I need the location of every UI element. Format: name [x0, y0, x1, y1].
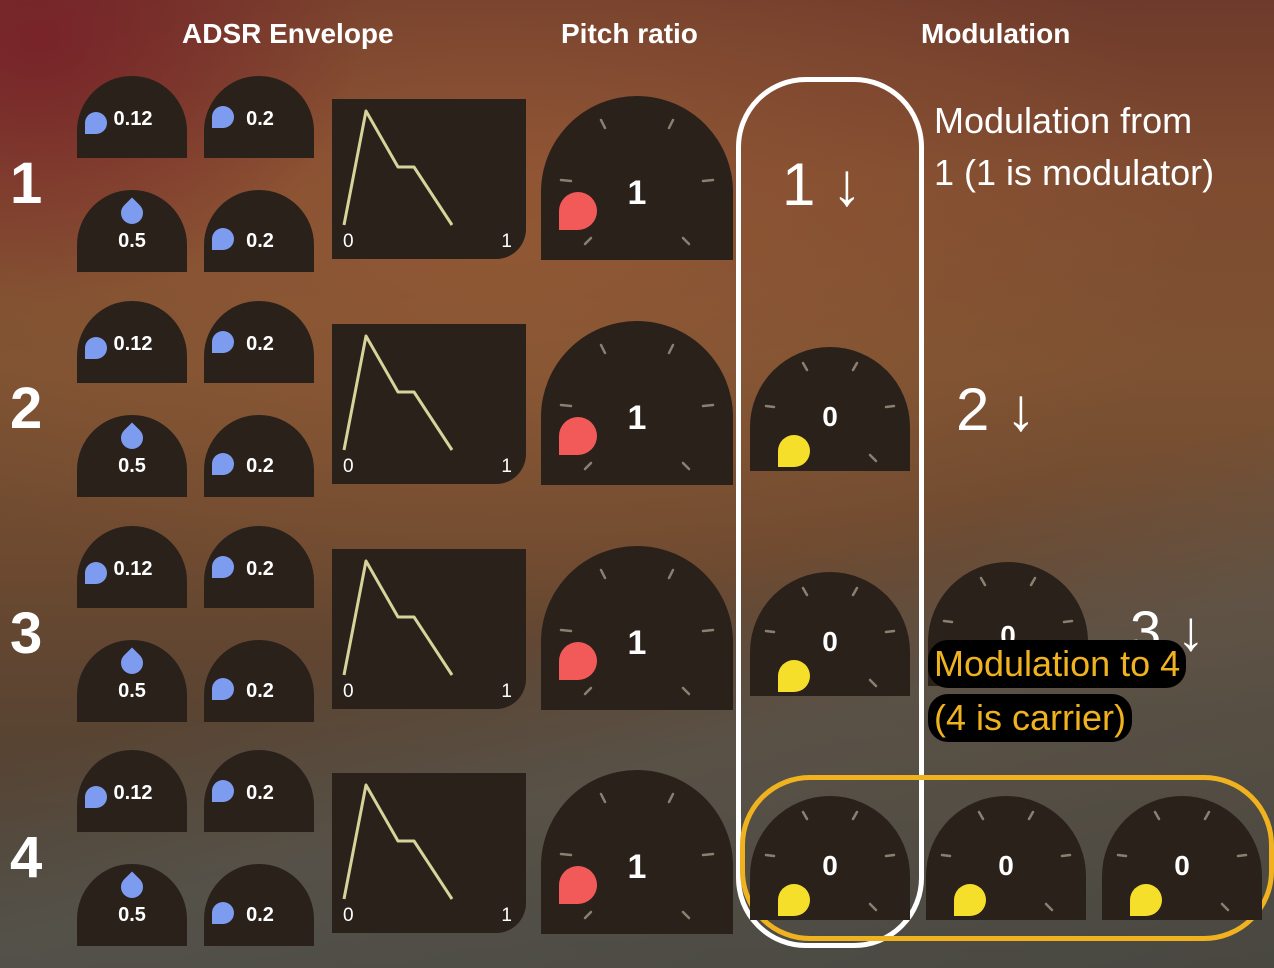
envelope-start-label: 0: [343, 905, 354, 926]
mod-knob-r2c1[interactable]: 0: [750, 347, 910, 471]
modulation-header: Modulation: [921, 18, 1071, 49]
mod-knob-value: 0: [1174, 850, 1190, 881]
mod-row1-text: 1 ↓: [782, 151, 863, 218]
modulation-from-annotation: Modulation from 1 (1 is modulator): [934, 100, 1214, 194]
mod-knob-r4c2[interactable]: 0: [926, 796, 1086, 920]
droplet-icon: [778, 435, 810, 467]
operator-number: 2: [10, 376, 43, 441]
annotation-from-line1: Modulation from: [934, 100, 1193, 141]
operator-number: 3: [10, 601, 43, 666]
mod-knob-value: 0: [822, 850, 838, 881]
pitch-ratio-knob[interactable]: 1: [541, 546, 733, 710]
envelope-start-label: 0: [343, 231, 354, 252]
decay-knob[interactable]: 0.2: [204, 526, 314, 608]
decay-knob[interactable]: 0.2: [204, 750, 314, 832]
droplet-icon: [954, 884, 986, 916]
droplet-icon: [559, 866, 597, 904]
decay-value: 0.2: [246, 558, 274, 580]
release-knob[interactable]: 0.2: [204, 190, 314, 272]
envelope-curve: [342, 783, 454, 900]
modulation-from-2-label: 2 ↓: [956, 375, 1036, 444]
attack-value: 0.12: [113, 558, 153, 580]
sustain-value: 0.5: [118, 680, 146, 702]
mod-knob-r4c1[interactable]: 0: [750, 796, 910, 920]
release-value: 0.2: [246, 680, 274, 702]
envelope-graph[interactable]: 01: [332, 324, 526, 484]
annotation-from-line2: 1 (1 is modulator): [934, 152, 1215, 193]
sustain-knob[interactable]: 0.5: [77, 190, 187, 272]
pitch-ratio-knob[interactable]: 1: [541, 770, 733, 934]
attack-value: 0.12: [113, 782, 153, 804]
modulation-to-annotation-line2: (4 is carrier): [928, 694, 1133, 742]
sustain-knob[interactable]: 0.5: [77, 864, 187, 946]
sustain-value: 0.5: [118, 904, 146, 926]
envelope-end-label: 1: [501, 681, 512, 702]
attack-value: 0.12: [113, 333, 153, 355]
envelope-graph[interactable]: 01: [332, 773, 526, 933]
release-knob[interactable]: 0.2: [204, 864, 314, 946]
droplet-icon: [116, 422, 148, 454]
sustain-knob[interactable]: 0.5: [77, 640, 187, 722]
envelope-graph[interactable]: 01: [332, 549, 526, 709]
droplet-icon: [559, 417, 597, 455]
droplet-icon: [1130, 884, 1162, 916]
mod-knob-value: 0: [822, 626, 838, 657]
decay-value: 0.2: [246, 782, 274, 804]
pitch-ratio-knob[interactable]: 1: [541, 321, 733, 485]
decay-knob[interactable]: 0.2: [204, 76, 314, 158]
release-value: 0.2: [246, 230, 274, 252]
decay-knob[interactable]: 0.2: [204, 301, 314, 383]
release-value: 0.2: [246, 904, 274, 926]
pitch-ratio-header: Pitch ratio: [561, 18, 698, 49]
droplet-icon: [116, 871, 148, 903]
droplet-icon: [559, 192, 597, 230]
decay-value: 0.2: [246, 333, 274, 355]
modulation-to-annotation-line1: Modulation to 4: [928, 640, 1187, 688]
droplet-icon: [559, 642, 597, 680]
attack-knob[interactable]: 0.12: [77, 526, 187, 608]
decay-value: 0.2: [246, 108, 274, 130]
droplet-icon: [778, 660, 810, 692]
mod-knob-r4c3[interactable]: 0: [1102, 796, 1262, 920]
envelope-end-label: 1: [501, 456, 512, 477]
modulation-from-1-label: 1 ↓: [782, 150, 862, 219]
droplet-icon: [116, 197, 148, 229]
attack-knob[interactable]: 0.12: [77, 76, 187, 158]
adsr-envelope-header: ADSR Envelope: [182, 18, 394, 49]
droplet-icon: [116, 647, 148, 679]
release-knob[interactable]: 0.2: [204, 640, 314, 722]
release-value: 0.2: [246, 455, 274, 477]
operator-number: 1: [10, 151, 43, 216]
attack-value: 0.12: [113, 108, 153, 130]
envelope-end-label: 1: [501, 905, 512, 926]
sustain-value: 0.5: [118, 455, 146, 477]
envelope-start-label: 0: [343, 456, 354, 477]
sustain-knob[interactable]: 0.5: [77, 415, 187, 497]
envelope-curve: [342, 109, 454, 226]
droplet-icon: [778, 884, 810, 916]
operator-number: 4: [10, 825, 43, 890]
mod-knob-r3c1[interactable]: 0: [750, 572, 910, 696]
envelope-graph[interactable]: 01: [332, 99, 526, 259]
mod-row2-text: 2 ↓: [956, 376, 1037, 443]
release-knob[interactable]: 0.2: [204, 415, 314, 497]
envelope-end-label: 1: [501, 231, 512, 252]
mod-knob-value: 0: [822, 401, 838, 432]
envelope-start-label: 0: [343, 681, 354, 702]
envelope-curve: [342, 559, 454, 676]
attack-knob[interactable]: 0.12: [77, 750, 187, 832]
pitch-ratio-knob[interactable]: 1: [541, 96, 733, 260]
mod-knob-value: 0: [998, 850, 1014, 881]
attack-knob[interactable]: 0.12: [77, 301, 187, 383]
sustain-value: 0.5: [118, 230, 146, 252]
envelope-curve: [342, 334, 454, 451]
